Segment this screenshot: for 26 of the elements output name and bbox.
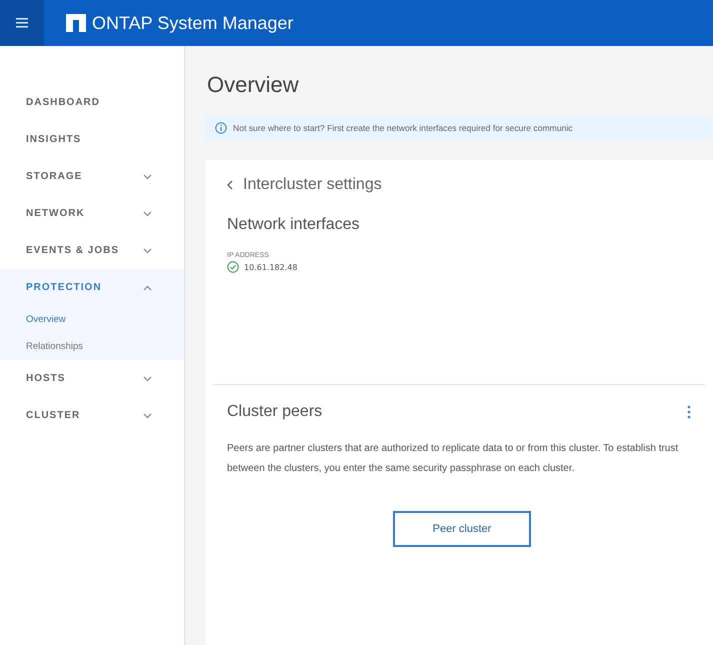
- menu-icon: [16, 18, 28, 28]
- app-title: ONTAP System Manager: [92, 12, 294, 34]
- peer-cluster-button[interactable]: Peer cluster: [393, 511, 531, 547]
- nav-item[interactable]: INSIGHTS: [0, 121, 184, 158]
- nav-item[interactable]: PROTECTION: [0, 269, 184, 306]
- nav-item[interactable]: STORAGE: [0, 158, 184, 195]
- nav-item[interactable]: CLUSTER: [0, 397, 184, 434]
- page-title: Overview: [207, 72, 300, 98]
- description-text: Peers are partner clusters that are authorized to replicate data to or from this cluster. To establish trust between the clusters, you enter the same security passphrase on each cluster.: [227, 442, 680, 476]
- info-icon: [215, 122, 227, 134]
- ip-address: 10.61.182.48: [244, 262, 298, 272]
- more-icon[interactable]: [687, 405, 691, 419]
- nav-subitem[interactable]: Overview: [0, 306, 184, 333]
- back-icon: [227, 180, 233, 190]
- section-title: Network interfaces: [227, 216, 360, 234]
- logo-icon: [66, 14, 86, 32]
- nav-item[interactable]: EVENTS & JOBS: [0, 232, 184, 269]
- check-circle-icon: [227, 261, 239, 273]
- banner-text: Not sure where to start? First create the network interfaces required for secure communic: [233, 123, 573, 133]
- section-title: Cluster peers: [227, 403, 322, 421]
- nav-subitem[interactable]: Relationships: [0, 333, 184, 360]
- back-link[interactable]: Intercluster settings: [227, 176, 691, 194]
- nav-item[interactable]: NETWORK: [0, 195, 184, 232]
- menu-button[interactable]: [0, 0, 44, 46]
- nav-item[interactable]: DASHBOARD: [0, 84, 184, 121]
- nav-item[interactable]: HOSTS: [0, 360, 184, 397]
